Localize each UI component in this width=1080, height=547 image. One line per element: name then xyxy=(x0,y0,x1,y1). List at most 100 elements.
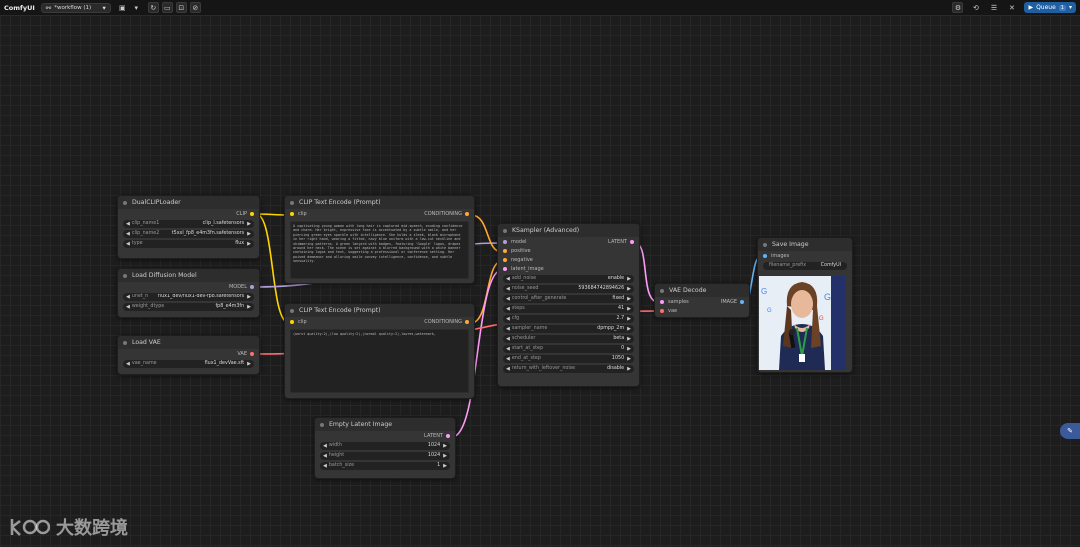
collapse-dot-icon[interactable] xyxy=(763,242,767,247)
node-load-diffusion-model[interactable]: Load Diffusion Model MODEL ◀ unet_n flux1_… xyxy=(117,268,260,318)
node-title-bar[interactable]: KSampler (Advanced) xyxy=(498,224,639,237)
arrow-left-icon[interactable]: ◀ xyxy=(506,316,510,322)
widget-weight-dtype[interactable]: ◀ weight_dtype fp8_e4m3fn ▶ xyxy=(123,302,254,311)
output-slot[interactable] xyxy=(465,211,469,216)
floating-extension-button[interactable]: ✎ xyxy=(1060,423,1080,439)
arrow-right-icon[interactable]: ▶ xyxy=(627,306,631,312)
widget-height[interactable]: ◀ height 1024 ▶ xyxy=(320,451,450,460)
widget-clip-name2[interactable]: ◀ clip_name2 t5xxl_fp8_e4m3fn.safetensors ▶ xyxy=(123,229,254,238)
arrow-left-icon[interactable]: ◀ xyxy=(126,231,130,237)
arrow-right-icon[interactable]: ▶ xyxy=(627,286,631,292)
arrow-right-icon[interactable]: ▶ xyxy=(627,346,631,352)
collapse-dot-icon[interactable] xyxy=(290,308,294,313)
input-slot[interactable] xyxy=(660,308,664,313)
arrow-right-icon[interactable]: ▶ xyxy=(443,443,447,449)
arrow-right-icon[interactable]: ▶ xyxy=(247,241,251,247)
arrow-left-icon[interactable]: ◀ xyxy=(323,463,327,469)
widget-cfg[interactable]: ◀ cfg 2.7 ▶ xyxy=(503,314,634,323)
arrow-right-icon[interactable]: ▶ xyxy=(627,366,631,372)
node-empty-latent-image[interactable]: Empty Latent Image LATENT ◀ width 1024 ▶ ◀ h… xyxy=(314,417,456,479)
input-slot[interactable] xyxy=(290,319,294,324)
input-slot[interactable] xyxy=(660,299,664,304)
collapse-dot-icon[interactable] xyxy=(123,340,127,345)
arrow-right-icon[interactable]: ▶ xyxy=(627,326,631,332)
arrow-right-icon[interactable]: ▶ xyxy=(247,304,251,310)
arrow-right-icon[interactable]: ▶ xyxy=(443,463,447,469)
collapse-dot-icon[interactable] xyxy=(660,288,664,293)
node-title-bar[interactable]: VAE Decode xyxy=(655,284,749,297)
output-slot[interactable] xyxy=(630,239,634,244)
node-load-vae[interactable]: Load VAE VAE ◀ vae_name flux1_devVae.sft ▶ xyxy=(117,335,260,375)
input-slot[interactable] xyxy=(503,239,507,244)
arrow-left-icon[interactable]: ◀ xyxy=(506,336,510,342)
arrow-left-icon[interactable]: ◀ xyxy=(506,286,510,292)
input-slot[interactable] xyxy=(290,211,294,216)
arrow-right-icon[interactable]: ▶ xyxy=(443,453,447,459)
node-vae-decode[interactable]: VAE Decode samples IMAGE vae xyxy=(654,283,750,318)
widget-vae-name[interactable]: ◀ vae_name flux1_devVae.sft ▶ xyxy=(123,359,254,368)
collapse-dot-icon[interactable] xyxy=(123,273,127,278)
input-slot[interactable] xyxy=(503,266,507,271)
node-title-bar[interactable]: Load VAE xyxy=(118,336,259,349)
arrow-right-icon[interactable]: ▶ xyxy=(247,294,251,300)
widget-clip-name1[interactable]: ◀ clip_name1 clip_l.safetensors ▶ xyxy=(123,219,254,228)
collapse-dot-icon[interactable] xyxy=(320,422,324,427)
input-slot[interactable] xyxy=(503,248,507,253)
widget-end-at-step[interactable]: ◀ end_at_step 1050 ▶ xyxy=(503,354,634,363)
node-clip-text-encode-positive[interactable]: CLIP Text Encode (Prompt) clip CONDITIONI… xyxy=(284,195,475,284)
widget-add-noise[interactable]: ◀ add_noise enable ▶ xyxy=(503,274,634,283)
widget-scheduler[interactable]: ◀ scheduler beta ▶ xyxy=(503,334,634,343)
arrow-left-icon[interactable]: ◀ xyxy=(323,453,327,459)
arrow-left-icon[interactable]: ◀ xyxy=(506,326,510,332)
widget-noise-seed[interactable]: ◀ noise_seed 593684742894626 ▶ xyxy=(503,284,634,293)
widget-filename-prefix[interactable]: filename_prefix ComfyUI xyxy=(763,261,847,270)
output-slot[interactable] xyxy=(465,319,469,324)
widget-control-after-generate[interactable]: ◀ control_after_generate fixed ▶ xyxy=(503,294,634,303)
widget-unet-name[interactable]: ◀ unet_n flux1_dev/flux1-dev-fp8.safetenso… xyxy=(123,292,254,301)
arrow-right-icon[interactable]: ▶ xyxy=(247,361,251,367)
arrow-right-icon[interactable]: ▶ xyxy=(247,231,251,237)
prompt-textarea[interactable]: A captivating young woman with long hair… xyxy=(290,221,469,279)
widget-type[interactable]: ◀ type flux ▶ xyxy=(123,239,254,248)
arrow-right-icon[interactable]: ▶ xyxy=(627,316,631,322)
collapse-dot-icon[interactable] xyxy=(290,200,294,205)
arrow-right-icon[interactable]: ▶ xyxy=(627,336,631,342)
arrow-left-icon[interactable]: ◀ xyxy=(126,294,130,300)
node-clip-text-encode-negative[interactable]: CLIP Text Encode (Prompt) clip CONDITIONI… xyxy=(284,303,475,399)
widget-sampler-name[interactable]: ◀ sampler_name dpmpp_2m ▶ xyxy=(503,324,634,333)
arrow-left-icon[interactable]: ◀ xyxy=(323,443,327,449)
arrow-left-icon[interactable]: ◀ xyxy=(506,366,510,372)
arrow-right-icon[interactable]: ▶ xyxy=(627,276,631,282)
node-title-bar[interactable]: Empty Latent Image xyxy=(315,418,455,431)
arrow-right-icon[interactable]: ▶ xyxy=(247,221,251,227)
collapse-dot-icon[interactable] xyxy=(123,200,127,205)
arrow-right-icon[interactable]: ▶ xyxy=(627,296,631,302)
arrow-right-icon[interactable]: ▶ xyxy=(627,356,631,362)
arrow-left-icon[interactable]: ◀ xyxy=(126,304,130,310)
widget-steps[interactable]: ◀ steps 41 ▶ xyxy=(503,304,634,313)
output-slot[interactable] xyxy=(250,351,254,356)
arrow-left-icon[interactable]: ◀ xyxy=(506,276,510,282)
prompt-textarea[interactable]: (worst quality:2),(low quality:2),(norma… xyxy=(290,329,469,393)
node-title-bar[interactable]: DualCLIPLoader xyxy=(118,196,259,209)
node-title-bar[interactable]: CLIP Text Encode (Prompt) xyxy=(285,304,474,317)
node-dualcliploader[interactable]: DualCLIPLoader CLIP ◀ clip_name1 clip_l.sa… xyxy=(117,195,260,259)
node-title-bar[interactable]: Save Image xyxy=(758,238,852,251)
arrow-left-icon[interactable]: ◀ xyxy=(126,221,130,227)
node-title-bar[interactable]: CLIP Text Encode (Prompt) xyxy=(285,196,474,209)
arrow-left-icon[interactable]: ◀ xyxy=(506,356,510,362)
generated-image-preview[interactable]: G G G G xyxy=(759,276,845,370)
node-title-bar[interactable]: Load Diffusion Model xyxy=(118,269,259,282)
widget-width[interactable]: ◀ width 1024 ▶ xyxy=(320,441,450,450)
input-slot[interactable] xyxy=(503,257,507,262)
widget-batch-size[interactable]: ◀ batch_size 1 ▶ xyxy=(320,461,450,470)
output-slot[interactable] xyxy=(446,433,450,438)
widget-start-at-step[interactable]: ◀ start_at_step 0 ▶ xyxy=(503,344,634,353)
node-save-image[interactable]: Save Image images filename_prefix ComfyUI… xyxy=(757,237,853,373)
arrow-left-icon[interactable]: ◀ xyxy=(506,346,510,352)
widget-return-with-leftover-noise[interactable]: ◀ return_with_leftover_noise disable ▶ xyxy=(503,364,634,373)
node-ksampler-advanced[interactable]: KSampler (Advanced) model LATENT positive… xyxy=(497,223,640,387)
input-slot[interactable] xyxy=(763,253,767,258)
arrow-left-icon[interactable]: ◀ xyxy=(506,306,510,312)
arrow-left-icon[interactable]: ◀ xyxy=(126,241,130,247)
